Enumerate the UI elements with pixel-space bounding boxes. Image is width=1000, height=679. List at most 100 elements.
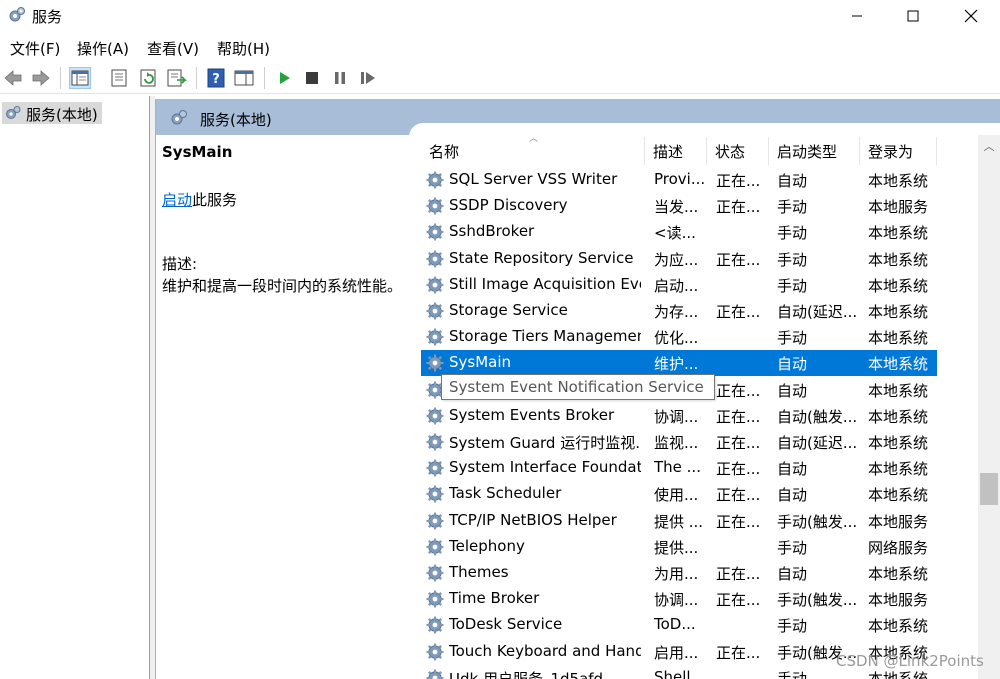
gears-icon (6, 106, 21, 119)
service-startup-type-cell: 自动 (777, 565, 808, 583)
vertical-scrollbar[interactable]: ︿ (978, 135, 1000, 679)
stop-service-icon[interactable] (301, 67, 323, 89)
service-gear-icon (426, 459, 444, 477)
service-description-cell: 协调... (654, 591, 699, 610)
service-startup-type-cell: 手动 (777, 224, 808, 243)
service-logon-cell: 本地系统 (868, 617, 929, 636)
service-logon-cell: 本地系统 (868, 172, 929, 190)
table-row[interactable]: Task Scheduler 使用... 正在... 自动 本地系统 (421, 481, 937, 507)
menu-bar: 文件(F) 操作(A) 查看(V) 帮助(H) (0, 34, 1000, 60)
panel-header-label: 服务(本地) (200, 111, 272, 129)
table-row[interactable]: SSDP Discovery 当发... 正在... 手动 本地服务 (421, 193, 937, 219)
service-logon-cell: 本地服务 (868, 198, 929, 217)
forward-arrow-icon[interactable] (30, 67, 52, 89)
toolbar-separator (60, 67, 61, 89)
service-gear-icon (426, 354, 444, 372)
menu-action[interactable]: 操作(A) (77, 38, 129, 59)
service-status-cell: 正在... (716, 198, 761, 217)
tree-node-services-local[interactable]: 服务(本地) (2, 102, 102, 124)
menu-help[interactable]: 帮助(H) (217, 38, 270, 59)
table-row[interactable]: TCP/IP NetBIOS Helper 提供 ... 正在... 手动(触发...… (421, 508, 937, 534)
service-startup-type-cell: 手动 (777, 276, 808, 295)
table-row[interactable]: System Guard 运行时监视... 监视... 正在... 自动(延迟... 本… (421, 429, 937, 455)
table-row-selected[interactable]: SysMain 维护... 自动 本地系统 (421, 350, 937, 377)
table-row[interactable]: Themes 为用... 正在... 自动 本地系统 (421, 560, 937, 586)
column-header-label: 描述 (653, 143, 684, 161)
service-logon-cell: 本地系统 (868, 355, 929, 374)
close-button[interactable] (942, 0, 1000, 32)
table-row[interactable]: SQL Server VSS Writer Provi... 正在... 自动 本地系统 (421, 167, 937, 193)
service-description-cell: 启用... (654, 643, 699, 662)
service-gear-icon (426, 643, 444, 661)
table-row[interactable]: System Events Broker 协调... 正在... 自动(触发... 本地… (421, 403, 937, 429)
service-startup-type-cell: 手动(触发... (777, 512, 858, 531)
tree-node-label: 服务(本地) (26, 106, 98, 124)
help-icon[interactable]: ? (205, 67, 227, 89)
table-row[interactable]: Storage Service 为存... 正在... 自动(延迟... 本地系统 (421, 298, 937, 324)
menu-view[interactable]: 查看(V) (147, 38, 199, 59)
service-name-cell: TCP/IP NetBIOS Helper (449, 510, 617, 529)
service-name-cell: SshdBroker (449, 222, 535, 241)
pause-service-icon[interactable] (329, 67, 351, 89)
refresh-icon[interactable] (137, 67, 159, 89)
service-description-cell: 协调... (654, 407, 699, 426)
column-header-name[interactable]: 名称 ︿ (421, 137, 645, 165)
table-row[interactable]: State Repository Service 为应... 正在... 手动 本地系统 (421, 246, 937, 272)
table-row[interactable]: Telephony 提供... 手动 网络服务 (421, 534, 937, 560)
service-description-cell: 为应... (654, 250, 699, 269)
service-name-cell: SSDP Discovery (449, 196, 568, 215)
table-row[interactable]: Time Broker 协调... 正在... 手动(触发... 本地服务 (421, 586, 937, 612)
export-list-icon[interactable] (165, 67, 187, 89)
column-header-log-on-as[interactable]: 登录为 (860, 137, 937, 165)
service-gear-icon (426, 485, 444, 503)
window-title: 服务 (32, 8, 63, 26)
console-tree-button[interactable] (69, 67, 91, 89)
scroll-up-arrow-icon[interactable]: ︿ (978, 135, 1000, 157)
service-startup-type-cell: 手动 (777, 617, 808, 636)
service-description-cell: 当发... (654, 198, 699, 217)
service-gear-icon (426, 433, 444, 451)
gears-icon (9, 7, 25, 22)
table-row[interactable]: Still Image Acquisition Eve... 启动... 手动 本地系… (421, 272, 937, 298)
service-status-cell: 正在... (716, 643, 761, 662)
service-gear-icon (426, 171, 444, 189)
menu-file[interactable]: 文件(F) (10, 38, 60, 59)
column-header-status[interactable]: 状态 (707, 137, 769, 165)
table-row[interactable]: SshdBroker <读... 手动 本地系统 (421, 219, 937, 245)
minimize-button[interactable] (828, 0, 886, 32)
service-name-cell: ToDesk Service (449, 615, 563, 634)
service-name-cell: Still Image Acquisition Eve... (449, 274, 641, 293)
service-startup-type-cell: 自动(延迟... (777, 303, 858, 321)
service-description-cell: The ... (654, 458, 701, 477)
gears-icon (171, 110, 187, 125)
service-status-cell: 正在... (716, 486, 761, 505)
service-gear-icon (426, 564, 444, 582)
resume-service-icon[interactable] (357, 67, 379, 89)
start-service-icon[interactable] (273, 67, 295, 89)
console-tree: 服务(本地) (0, 96, 150, 679)
service-gear-icon (426, 616, 444, 634)
sort-ascending-icon: ︿ (529, 137, 539, 144)
service-name-cell: Storage Service (449, 301, 568, 319)
title-bar: 服务 (0, 0, 1000, 32)
maximize-button[interactable] (884, 0, 942, 32)
properties-icon[interactable] (108, 67, 130, 89)
table-row[interactable]: System Interface Foundati... The ... 正在...… (421, 455, 937, 481)
back-arrow-icon[interactable] (2, 67, 24, 89)
column-header-description[interactable]: 描述 (645, 137, 707, 165)
table-row[interactable]: Storage Tiers Management 优化... 手动 本地系统 (421, 324, 937, 350)
start-service-link[interactable]: 启动 (162, 191, 192, 209)
scrollbar-thumb[interactable] (980, 473, 998, 505)
service-gear-icon (426, 197, 444, 215)
service-logon-cell: 本地系统 (868, 276, 929, 295)
column-header-startup-type[interactable]: 启动类型 (769, 137, 860, 165)
service-gear-icon (426, 669, 444, 679)
console-tree-icon (71, 70, 89, 86)
service-logon-cell: 本地系统 (868, 407, 929, 426)
service-startup-type-cell: 自动 (777, 486, 808, 505)
table-header: 名称 ︿ 描述 状态 启动类型 登录为 (421, 137, 937, 165)
service-status-cell: 正在... (716, 407, 761, 426)
show-action-pane-icon[interactable] (233, 67, 255, 89)
selected-service-name: SysMain (162, 143, 233, 161)
table-row[interactable]: ToDesk Service ToD... 手动 本地系统 (421, 612, 937, 638)
